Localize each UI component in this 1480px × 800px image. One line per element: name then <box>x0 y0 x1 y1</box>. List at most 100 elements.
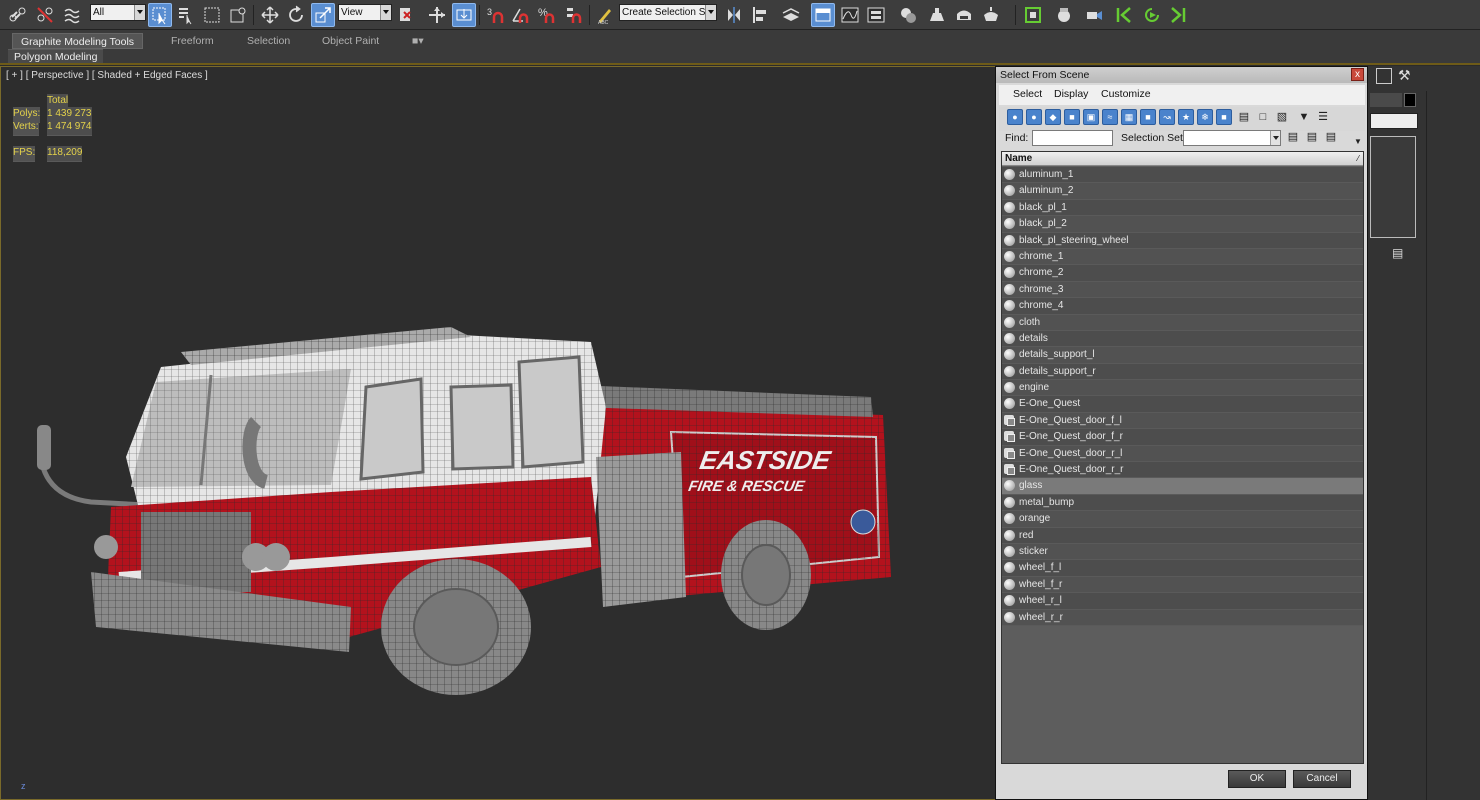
selection-filter-dropdown[interactable]: All <box>90 4 146 21</box>
list-item[interactable]: E-One_Quest_door_f_l <box>1002 412 1363 430</box>
list-item[interactable]: E-One_Quest_door_r_r <box>1002 462 1363 479</box>
filter-cameras-icon[interactable]: ■ <box>1064 109 1080 125</box>
menu-display[interactable]: Display <box>1054 88 1088 100</box>
list-item[interactable]: black_pl_1 <box>1002 199 1363 217</box>
rect-region-icon[interactable] <box>200 3 224 27</box>
filter-geometry-icon[interactable]: ● <box>1007 109 1023 125</box>
command-field[interactable] <box>1370 93 1402 107</box>
list-item[interactable]: orange <box>1002 511 1363 528</box>
angle-snap-icon[interactable] <box>509 3 533 27</box>
align-icon[interactable] <box>749 3 773 27</box>
tab-freeform[interactable]: Freeform <box>163 33 222 49</box>
list-item[interactable]: wheel_r_l <box>1002 593 1363 610</box>
mirror-icon[interactable] <box>722 3 746 27</box>
list-item[interactable]: E-One_Quest_door_r_l <box>1002 445 1363 463</box>
select-none-icon[interactable]: □ <box>1256 110 1270 125</box>
filter-lights-icon[interactable]: ◆ <box>1045 109 1061 125</box>
spinner-snap-icon[interactable] <box>562 3 586 27</box>
selection-set-dropdown[interactable] <box>1183 130 1281 146</box>
curve-editor-icon[interactable] <box>838 3 862 27</box>
color-swatch[interactable] <box>1404 93 1416 107</box>
layer-manager-icon[interactable] <box>779 3 803 27</box>
configure-icon[interactable]: ▤ <box>1392 246 1410 262</box>
ok-button[interactable]: OK <box>1228 770 1286 788</box>
column-header-name[interactable]: Name ⁄ <box>1002 152 1363 166</box>
viewport-label[interactable]: [ + ] [ Perspective ] [ Shaded + Edged F… <box>6 70 208 81</box>
named-selection-dropdown[interactable]: Create Selection Se <box>619 4 717 21</box>
scale-icon[interactable] <box>311 3 335 27</box>
menu-customize[interactable]: Customize <box>1101 88 1151 100</box>
find-input[interactable] <box>1032 130 1113 146</box>
list-item[interactable]: wheel_f_r <box>1002 576 1363 594</box>
list-item[interactable]: details_support_l <box>1002 347 1363 364</box>
utility-icon[interactable] <box>1376 68 1392 84</box>
ribbon-options-icon[interactable]: ■▾ <box>404 33 432 49</box>
material-editor-icon[interactable] <box>896 3 920 27</box>
filter-shapes-icon[interactable]: ● <box>1026 109 1042 125</box>
list-item[interactable]: engine <box>1002 380 1363 397</box>
edit-set-icon[interactable]: ▤ <box>1305 130 1319 145</box>
filter-frozen-icon[interactable]: ❄ <box>1197 109 1213 125</box>
tab-graphite-modeling-tools[interactable]: Graphite Modeling Tools <box>12 33 144 49</box>
cancel-button[interactable]: Cancel <box>1293 770 1351 788</box>
list-item[interactable]: sticker <box>1002 543 1363 561</box>
fire-truck-model[interactable]: EASTSIDE FIRE & RESCUE <box>31 257 901 702</box>
select-all-icon[interactable]: ▤ <box>1237 110 1251 125</box>
list-item[interactable]: chrome_4 <box>1002 298 1363 315</box>
filter-options-icon[interactable]: ☰ <box>1316 110 1330 125</box>
list-item[interactable]: black_pl_steering_wheel <box>1002 232 1363 249</box>
render-setup-icon[interactable] <box>925 3 949 27</box>
command-dropdown[interactable] <box>1370 113 1418 129</box>
bind-spacewarp-icon[interactable] <box>60 3 84 27</box>
tab-selection[interactable]: Selection <box>239 33 298 49</box>
list-item[interactable]: cloth <box>1002 314 1363 331</box>
render-icon[interactable] <box>979 3 1003 27</box>
rotate-icon[interactable] <box>284 3 308 27</box>
perspective-viewport[interactable]: [ + ] [ Perspective ] [ Shaded + Edged F… <box>0 66 997 800</box>
teapot-icon[interactable] <box>1052 3 1076 27</box>
keyframe-next-icon[interactable] <box>1166 3 1190 27</box>
list-item[interactable]: red <box>1002 527 1363 544</box>
dialog-titlebar[interactable]: Select From Scene x <box>996 67 1367 83</box>
keyframe-prev-icon[interactable] <box>1112 3 1136 27</box>
unlink-icon[interactable] <box>33 3 57 27</box>
schematic-view-icon[interactable] <box>864 3 888 27</box>
hammer-icon[interactable]: ⚒ <box>1398 67 1416 85</box>
window-crossing-icon[interactable] <box>226 3 250 27</box>
list-item[interactable]: metal_bump <box>1002 494 1363 512</box>
move-icon[interactable] <box>258 3 282 27</box>
link-icon[interactable] <box>6 3 30 27</box>
list-item[interactable]: chrome_3 <box>1002 281 1363 299</box>
list-item[interactable]: aluminum_1 <box>1002 167 1363 184</box>
filter-spacewarps-icon[interactable]: ≈ <box>1102 109 1118 125</box>
list-item[interactable]: aluminum_2 <box>1002 183 1363 200</box>
filter-xrefs-icon[interactable]: ■ <box>1140 109 1156 125</box>
list-item[interactable]: chrome_1 <box>1002 248 1363 266</box>
list-item[interactable]: wheel_f_l <box>1002 560 1363 577</box>
filter-groups-icon[interactable]: ▦ <box>1121 109 1137 125</box>
camera-icon[interactable] <box>1082 3 1106 27</box>
filter-helpers-icon[interactable]: ▣ <box>1083 109 1099 125</box>
list-item[interactable]: E-One_Quest_door_f_r <box>1002 429 1363 446</box>
sort-icon[interactable]: ⁄ <box>1358 152 1359 166</box>
keyboard-shortcut-icon[interactable] <box>452 3 476 27</box>
percent-snap-icon[interactable]: % <box>535 3 559 27</box>
graphite-toggle-icon[interactable] <box>811 3 835 27</box>
options-arrow-icon[interactable]: ▼ <box>1351 134 1365 149</box>
list-item[interactable]: details <box>1002 330 1363 348</box>
command-list[interactable] <box>1370 136 1416 238</box>
rendered-frame-icon[interactable] <box>952 3 976 27</box>
list-item[interactable]: wheel_r_r <box>1002 609 1363 626</box>
ribbon-panel-polygon-modeling[interactable]: Polygon Modeling <box>8 49 104 63</box>
manipulate-icon[interactable] <box>425 3 449 27</box>
list-item[interactable]: details_support_r <box>1002 363 1363 381</box>
reference-coord-dropdown[interactable]: View <box>338 4 392 21</box>
filter-icon[interactable]: ▼ <box>1297 110 1311 125</box>
select-invert-icon[interactable]: ▧ <box>1275 110 1289 125</box>
play-loop-icon[interactable] <box>1140 3 1164 27</box>
scene-object-list[interactable]: Name ⁄ aluminum_1 aluminum_2 black_pl_1 bla… <box>1001 151 1364 764</box>
close-icon[interactable]: x <box>1351 68 1364 81</box>
filter-containers-icon[interactable]: ★ <box>1178 109 1194 125</box>
select-object-icon[interactable] <box>148 3 172 27</box>
list-item[interactable]: black_pl_2 <box>1002 216 1363 233</box>
